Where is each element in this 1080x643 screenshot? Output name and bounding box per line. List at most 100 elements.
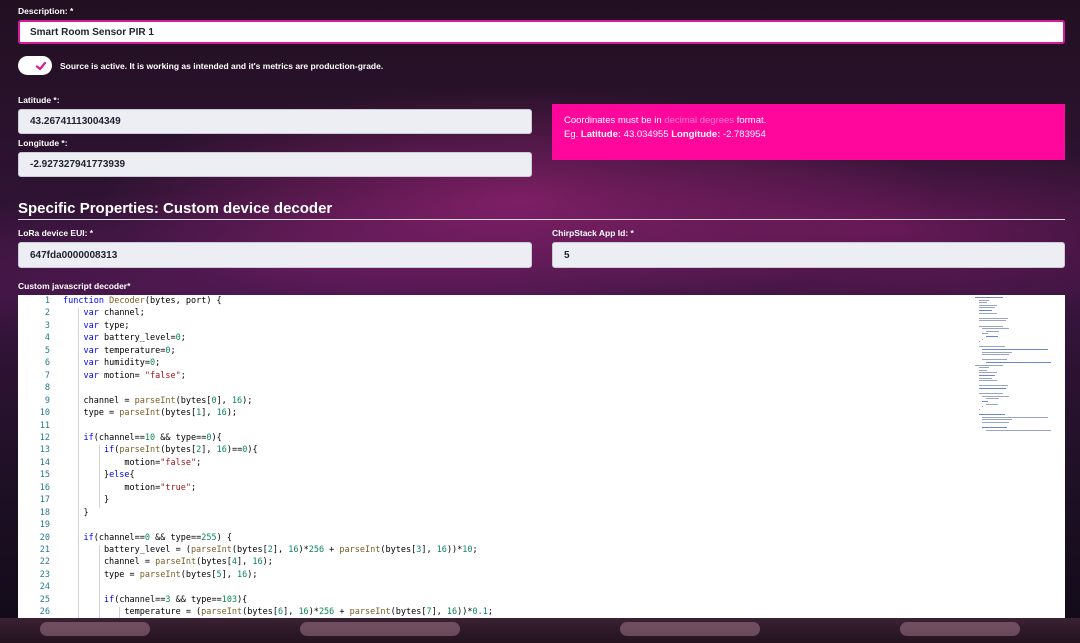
background-blur [900, 622, 1020, 636]
minimap-line [978, 307, 995, 309]
code-line[interactable]: motion="true"; [63, 483, 196, 493]
code-line[interactable]: var motion= "false"; [63, 371, 185, 381]
minimap-line [982, 349, 1048, 350]
code-line[interactable]: if(channel==3 && type==103){ [63, 595, 247, 605]
line-number: 8 [44, 383, 50, 394]
indent-guide [78, 308, 80, 618]
minimap-line [978, 310, 993, 311]
minimap-line [978, 346, 1005, 348]
info-line-2: Eg. Latitude: 43.034955 Longitude: -2.78… [564, 129, 766, 140]
code-line[interactable]: if(channel==0 && type==255) { [63, 533, 231, 543]
code-line[interactable]: motion="false"; [63, 458, 201, 468]
code-line[interactable]: } [63, 508, 88, 518]
minimap-line [985, 362, 1051, 363]
line-number: 3 [44, 320, 50, 331]
code-line[interactable]: temperature = (parseInt(bytes[6], 16)*25… [63, 607, 493, 617]
minimap-line [975, 364, 1003, 366]
active-toggle-label: Source is active. It is working as inten… [60, 61, 384, 71]
code-line[interactable]: type = parseInt(bytes[5], 16); [63, 570, 258, 580]
code-line[interactable]: var type; [63, 321, 129, 331]
code-line[interactable]: function Decoder(bytes, port) { [63, 296, 222, 306]
code-line[interactable]: var channel; [63, 308, 144, 318]
line-number: 6 [44, 358, 50, 369]
line-number: 16 [39, 482, 50, 493]
lora-eui-input[interactable]: 647fda0000008313 [18, 242, 532, 268]
line-number: 17 [39, 495, 50, 506]
description-input[interactable]: Smart Room Sensor PIR 1 [18, 20, 1065, 44]
line-number: 23 [39, 569, 50, 580]
code-editor[interactable]: 1 2 3 4 5 6 7 8 9 10 11 12 13 14 15 16 17 18 19 20 21 22 23 24 2… [18, 295, 1065, 618]
minimap-line [978, 299, 990, 301]
section-title: Specific Properties: Custom device decod… [18, 200, 333, 217]
latitude-input[interactable]: 43.26741113004349 [18, 109, 532, 134]
code-line[interactable]: var temperature=0; [63, 346, 175, 356]
line-number: 21 [39, 545, 50, 555]
code-line[interactable]: battery_level = (parseInt(bytes[2], 16)*… [63, 545, 478, 555]
line-number: 4 [44, 333, 50, 344]
minimap-line [982, 338, 984, 340]
minimap-line [982, 354, 1010, 356]
line-number: 22 [39, 557, 50, 568]
minimap-line [982, 416, 1048, 418]
code-line[interactable]: channel = parseInt(bytes[4], 16); [63, 557, 273, 567]
code-line[interactable]: if(channel==10 && type==0){ [63, 433, 221, 443]
info-line-1: Coordinates must be in decimal degrees f… [564, 115, 767, 126]
line-number: 5 [44, 345, 50, 356]
line-number: 11 [39, 420, 50, 431]
line-number: 2 [44, 308, 50, 319]
minimap-line [982, 333, 988, 335]
minimap-line [978, 317, 1009, 319]
line-number: 12 [39, 432, 50, 443]
code-line[interactable]: type = parseInt(bytes[1], 16); [63, 408, 237, 418]
code-line[interactable]: if(parseInt(bytes[2], 16)==0){ [63, 445, 258, 455]
minimap-line [978, 377, 993, 379]
minimap-line [982, 351, 1012, 353]
minimap-line [978, 393, 1003, 395]
minimap-line [985, 330, 1000, 332]
line-number-gutter: 1 2 3 4 5 6 7 8 9 10 11 12 13 14 15 16 17 18 19 20 21 22 23 24 2… [18, 295, 58, 618]
minimap-line [978, 369, 987, 371]
line-number: 26 [39, 607, 50, 618]
line-number: 14 [39, 457, 50, 468]
line-number: 9 [44, 395, 50, 406]
coordinates-info-box: Coordinates must be in decimal degrees f… [552, 104, 1065, 160]
active-toggle[interactable] [18, 56, 52, 75]
minimap-line [982, 421, 1010, 423]
minimap-line [982, 427, 1008, 428]
minimap-line [978, 385, 1009, 387]
minimap-line [982, 419, 1012, 421]
minimap-line [978, 380, 997, 382]
line-number: 19 [39, 520, 50, 531]
minimap-line [978, 388, 1006, 389]
minimap-line [982, 406, 984, 408]
longitude-input[interactable]: -2.927327941773939 [18, 152, 532, 177]
source-form: Description: * Smart Room Sensor PIR 1 S… [0, 0, 1080, 643]
code-line[interactable]: } [63, 495, 109, 505]
chirpstack-app-id-input[interactable]: 5 [552, 242, 1065, 268]
line-number: 1 [44, 296, 50, 306]
minimap-line [982, 401, 988, 402]
line-number: 10 [39, 408, 50, 419]
line-number: 15 [39, 470, 50, 481]
minimap-line [982, 328, 1010, 330]
minimap-line [978, 375, 995, 376]
code-minimap[interactable] [975, 297, 1055, 437]
minimap-line [978, 302, 987, 304]
background-blur [40, 622, 150, 636]
minimap-line [982, 395, 1010, 397]
minimap-line [978, 304, 997, 306]
minimap-line [978, 408, 980, 410]
line-number: 25 [39, 594, 50, 605]
line-number: 20 [39, 532, 50, 543]
minimap-line [985, 403, 999, 405]
indent-guide [119, 607, 121, 618]
description-label: Description: * [18, 6, 74, 16]
line-number: 13 [39, 445, 50, 456]
check-icon [35, 61, 47, 71]
longitude-label: Longitude *: [18, 138, 68, 148]
code-line[interactable]: channel = parseInt(bytes[0], 16); [63, 396, 252, 406]
minimap-line [975, 297, 1003, 298]
minimap-line [985, 429, 1051, 431]
code-line[interactable]: var battery_level=0; [63, 333, 185, 343]
minimap-line [985, 336, 999, 337]
